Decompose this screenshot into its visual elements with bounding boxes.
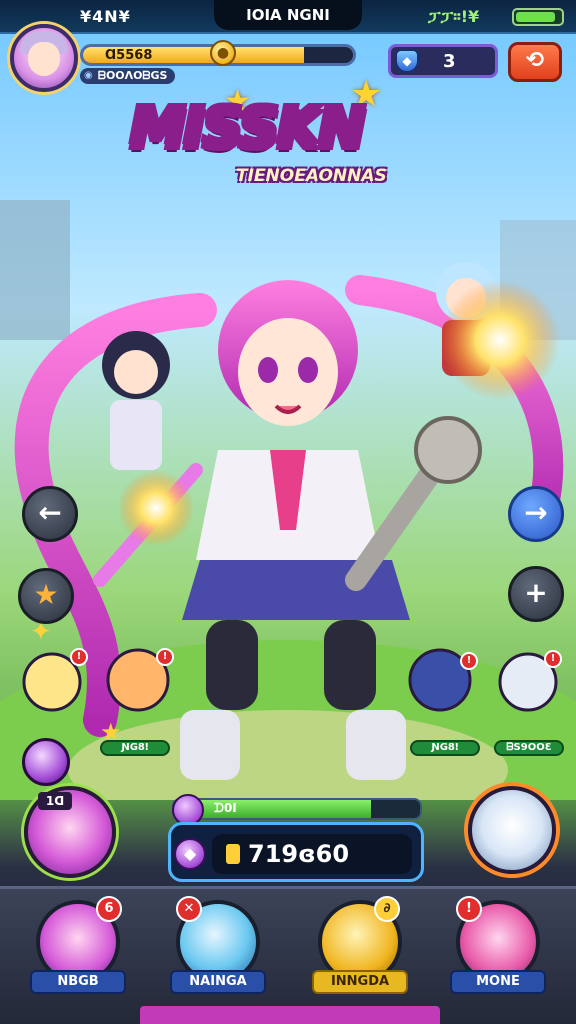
arrow-left-button[interactable]: ←	[22, 486, 78, 542]
dock-item-forge[interactable]: ∂ INNGDA	[312, 896, 408, 1010]
ally-name-tag-left: ƝG8ǃ	[100, 740, 170, 756]
left-girl-body	[110, 400, 162, 470]
coin-icon[interactable]: ●	[210, 40, 236, 66]
player-subline-text: ᗷOOΛOᗷGS	[98, 69, 168, 82]
dock-label-heroes: NBGB	[30, 970, 126, 994]
enemy-portrait[interactable]	[468, 786, 556, 874]
hammer-glow	[440, 280, 560, 400]
status-left-text: ¥4Ν¥	[80, 7, 131, 26]
main-girl-boot-left	[180, 710, 240, 780]
hammer-head	[414, 416, 482, 484]
player-subline: ◉ ᗷOOΛOᗷGS	[80, 68, 176, 84]
main-girl-boot-right	[346, 710, 406, 780]
level-box[interactable]: ◆ 3	[388, 44, 498, 78]
player-portrait-tag: 1ᗡ	[38, 792, 72, 810]
shield-icon: ◆	[395, 49, 419, 73]
power-bar-label: ᗪ0Ι	[214, 801, 237, 815]
building-left	[0, 200, 70, 340]
main-girl-leg-right	[324, 620, 376, 710]
power-bar: ᗪ0Ι	[172, 798, 422, 820]
dock-label-crystal: NAINGA	[170, 970, 266, 994]
main-girl-mouth	[274, 404, 302, 414]
profile-avatar[interactable]	[10, 24, 78, 92]
game-title: MISSKN	[130, 96, 365, 161]
main-girl-leg-left	[206, 620, 258, 710]
battle-scene: ✦ ★	[0, 200, 576, 800]
game-subtitle: TIENOEAONNAS	[236, 166, 387, 186]
battery-icon	[512, 8, 564, 26]
status-bar: ¥4Ν¥ IOIA NGNI ፓፓ።!¥	[0, 0, 576, 34]
power-icon: ◆	[174, 838, 206, 870]
level-value: 3	[443, 51, 456, 72]
notification-badge: !	[460, 652, 478, 670]
ticket-icon	[226, 844, 240, 864]
power-value: 719ɞ60	[212, 834, 412, 874]
settings-button[interactable]: ⟲	[508, 42, 562, 82]
main-girl-eye-left	[258, 357, 278, 383]
left-girl-face	[114, 350, 158, 394]
ally-name-tag-right-1: ƝG8ǃ	[410, 740, 480, 756]
status-center-text: IOIA NGNI	[214, 0, 362, 30]
notification-badge: !	[70, 648, 88, 666]
gem-icon[interactable]	[22, 738, 70, 786]
dock-item-heroes[interactable]: 6 NBGB	[30, 896, 126, 1010]
power-value-text: 719ɞ60	[248, 840, 350, 868]
info-icon: ◉	[84, 70, 93, 81]
notification-badge: ✕	[176, 896, 202, 922]
arrow-right-button[interactable]: →	[508, 486, 564, 542]
dock-item-crystal[interactable]: ✕ NAINGA	[170, 896, 266, 1010]
dock-label-forge: INNGDA	[312, 970, 408, 994]
home-indicator	[140, 1006, 440, 1024]
dock-label-more: MONE	[450, 970, 546, 994]
status-right-text: ፓፓ።!¥	[428, 7, 480, 26]
add-button[interactable]: +	[508, 566, 564, 622]
dock-item-more[interactable]: ! MONE	[450, 896, 546, 1010]
notification-badge: 6	[96, 896, 122, 922]
ally-name-tag-right-2: ᗷS9OOƐ	[494, 740, 564, 756]
battery-fill	[516, 12, 556, 22]
xp-text: Ɑ5568	[105, 48, 153, 63]
notification-badge: !	[156, 648, 174, 666]
notification-badge: !	[544, 650, 562, 668]
star-skill-button[interactable]: ★	[18, 568, 74, 624]
sword-glow	[118, 470, 194, 546]
notification-badge: !	[456, 896, 482, 922]
avatar-face	[28, 42, 60, 76]
main-girl-eye-right	[298, 357, 318, 383]
notification-badge: ∂	[374, 896, 400, 922]
